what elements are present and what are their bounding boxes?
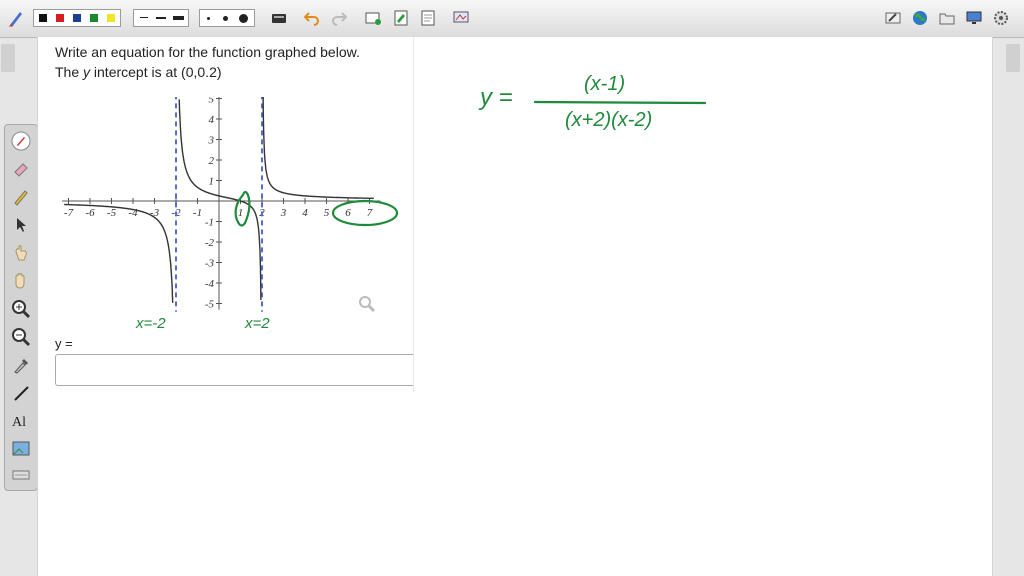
fraction-bar [533, 100, 707, 105]
add-page-icon[interactable] [365, 10, 381, 26]
line-thick-option[interactable] [173, 16, 184, 20]
right-panel-tab[interactable] [1006, 44, 1020, 72]
zoom-in-icon[interactable] [11, 299, 31, 319]
text-tool-icon[interactable]: Al [11, 411, 31, 431]
pan-hand-icon[interactable] [11, 271, 31, 291]
settings-icon[interactable] [993, 10, 1009, 26]
color-yellow-swatch[interactable] [107, 14, 115, 22]
color-black-swatch[interactable] [39, 14, 47, 22]
globe-icon[interactable] [912, 10, 928, 26]
write-icon[interactable] [885, 10, 901, 26]
undo-icon[interactable] [304, 10, 320, 26]
top-toolbar [0, 0, 1024, 38]
equation-numerator: (x-1) [584, 73, 625, 95]
left-panel-tab[interactable] [1, 44, 15, 72]
color-green-swatch[interactable] [90, 14, 98, 22]
dot-large-option[interactable] [239, 14, 248, 23]
label-asymptote-left: x=-2 [135, 315, 166, 332]
svg-text:Al: Al [12, 415, 26, 430]
handwriting-layer: x=-2 x=2 y = (x-1) (x+2)(x-2) [135, 73, 707, 332]
keyboard-tool-icon[interactable] [11, 465, 31, 485]
redo-icon[interactable] [331, 10, 347, 26]
eraser-icon[interactable] [11, 159, 31, 179]
dot-small-option[interactable] [207, 17, 210, 20]
screen-capture-icon[interactable] [453, 10, 469, 26]
image-tool-icon[interactable] [11, 439, 31, 459]
folder-icon[interactable] [939, 10, 955, 26]
pen-tool-icon[interactable] [6, 7, 26, 29]
tool-panel: Al [4, 124, 38, 491]
color-blue-swatch[interactable] [73, 14, 81, 22]
keyboard-icon[interactable] [271, 10, 287, 26]
document-icon[interactable] [420, 10, 436, 26]
line-tool-icon[interactable] [11, 383, 31, 403]
pen-icon[interactable] [11, 131, 31, 151]
zoom-out-icon[interactable] [11, 327, 31, 347]
line-medium-option[interactable] [156, 17, 166, 19]
pen-size-palette [199, 9, 255, 27]
circle-horizontal-asymptote [331, 199, 399, 227]
color-red-swatch[interactable] [56, 14, 64, 22]
whiteboard-canvas[interactable]: Write an equation for the function graph… [37, 37, 993, 576]
dot-medium-option[interactable] [223, 16, 228, 21]
equation-lhs: y = [478, 84, 513, 111]
monitor-icon[interactable] [966, 10, 982, 26]
highlighter-icon[interactable] [11, 187, 31, 207]
eyedropper-icon[interactable] [11, 355, 31, 375]
insert-page-icon[interactable] [393, 10, 409, 26]
line-thin-option[interactable] [140, 17, 148, 18]
line-width-palette [133, 9, 189, 27]
equation-denominator: (x+2)(x-2) [565, 109, 652, 131]
pen-color-palette [33, 9, 121, 27]
pointer-icon[interactable] [11, 215, 31, 235]
circle-x-intercept [234, 190, 251, 227]
label-asymptote-right: x=2 [244, 315, 270, 332]
select-hand-icon[interactable] [11, 243, 31, 263]
